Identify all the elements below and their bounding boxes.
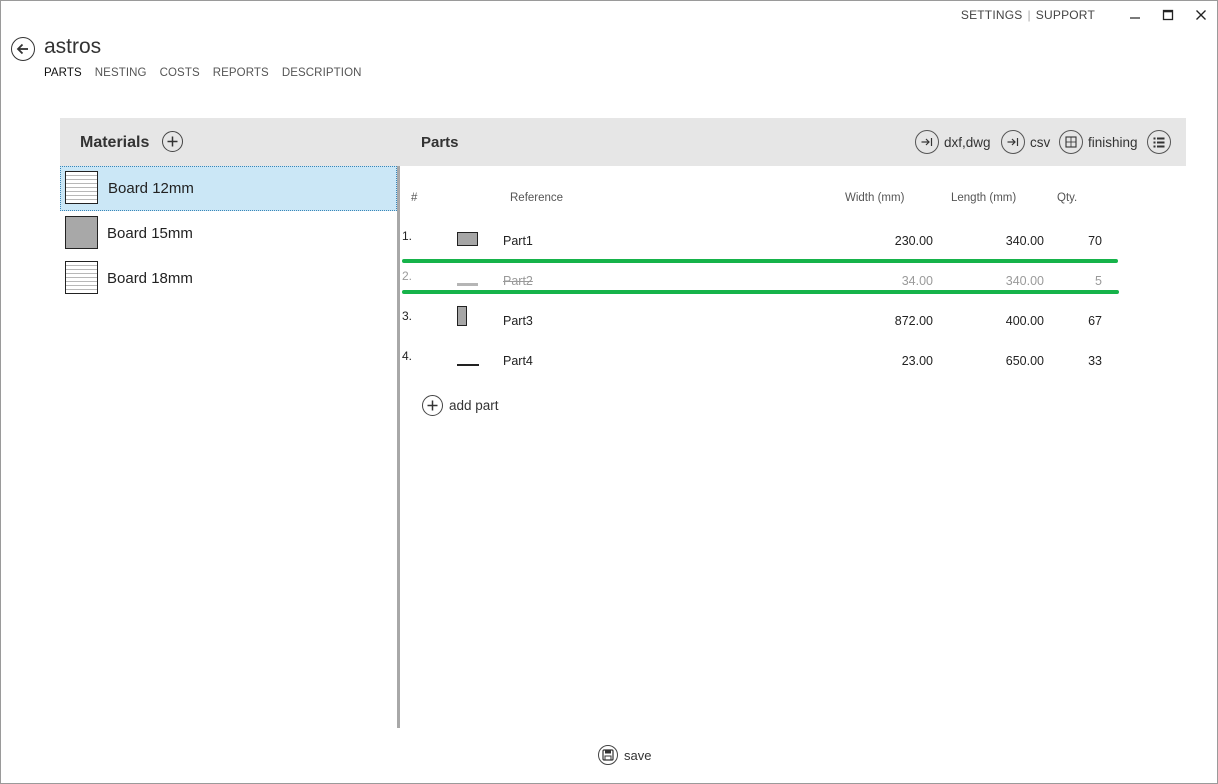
materials-list: Board 12mm Board 15mm Board 18mm (60, 166, 397, 301)
column-header-width[interactable]: Width (mm) (845, 192, 904, 204)
add-part-button[interactable]: add part (422, 395, 499, 416)
tab-costs[interactable]: COSTS (160, 67, 200, 79)
column-header-length[interactable]: Length (mm) (951, 192, 1016, 204)
minimize-icon (1130, 17, 1140, 19)
add-material-button[interactable] (162, 131, 183, 152)
table-row[interactable]: 3. Part3 872.00 400.00 67 (400, 303, 1120, 343)
column-header-num: # (411, 192, 418, 204)
part-reference: Part3 (503, 314, 533, 328)
import-dxf-label: dxf,dwg (944, 134, 991, 150)
part-width: 34.00 (901, 274, 933, 288)
material-item[interactable]: Board 18mm (60, 256, 397, 301)
part-reference: Part4 (503, 354, 533, 368)
app-title: astros (44, 35, 102, 58)
app-window: SETTINGS | SUPPORT astros PARTS NESTING CO… (0, 0, 1218, 784)
settings-link[interactable]: SETTINGS (961, 8, 1023, 22)
tab-description[interactable]: DESCRIPTION (282, 67, 362, 79)
part-length: 340.00 (1005, 274, 1044, 288)
part-qty: 67 (1088, 314, 1102, 328)
part-qty: 70 (1088, 234, 1102, 248)
toolbar-strip: Materials Parts dxf,dwg csv finishing (60, 118, 1186, 166)
row-number: 1. (402, 229, 413, 243)
finishing-icon (1059, 130, 1083, 154)
maximize-icon (1162, 9, 1174, 21)
list-icon (1147, 130, 1171, 154)
arrow-left-icon (16, 43, 28, 55)
finishing-label: finishing (1088, 134, 1138, 150)
tab-reports[interactable]: REPORTS (213, 67, 269, 79)
material-item[interactable]: Board 15mm (60, 211, 397, 256)
part-thumbnail (457, 364, 479, 366)
part-width: 872.00 (894, 314, 933, 328)
part-qty: 5 (1095, 274, 1102, 288)
column-header-qty[interactable]: Qty. (1057, 192, 1077, 204)
part-thumbnail (457, 232, 478, 246)
part-length: 650.00 (1005, 354, 1044, 368)
back-button[interactable] (11, 37, 35, 61)
material-label: Board 15mm (107, 225, 193, 242)
table-row[interactable]: 1. Part1 230.00 340.00 70 (400, 223, 1120, 263)
import-dxf-button[interactable]: dxf,dwg (915, 130, 991, 154)
import-csv-label: csv (1030, 134, 1051, 150)
part-reference: Part1 (503, 234, 533, 248)
import-icon (915, 130, 939, 154)
table-row[interactable]: 4. Part4 23.00 650.00 33 (400, 343, 1120, 383)
top-links: SETTINGS | SUPPORT (961, 8, 1095, 22)
tab-parts[interactable]: PARTS (44, 67, 82, 79)
part-length: 400.00 (1005, 314, 1044, 328)
part-length: 340.00 (1005, 234, 1044, 248)
parts-title: Parts (421, 134, 459, 151)
maximize-button[interactable] (1153, 5, 1183, 25)
part-thumbnail (457, 306, 467, 326)
highlight-line-bottom (402, 290, 1119, 294)
add-part-label: add part (449, 398, 499, 413)
material-swatch (65, 261, 98, 294)
part-qty: 33 (1088, 354, 1102, 368)
column-header-reference[interactable]: Reference (510, 192, 563, 204)
tab-bar: PARTS NESTING COSTS REPORTS DESCRIPTION (44, 67, 362, 79)
top-links-separator: | (1027, 8, 1031, 22)
tab-nesting[interactable]: NESTING (95, 67, 147, 79)
import-icon (1001, 130, 1025, 154)
list-view-button[interactable] (1147, 130, 1171, 154)
minimize-button[interactable] (1120, 5, 1150, 25)
finishing-button[interactable]: finishing (1059, 130, 1138, 154)
support-link[interactable]: SUPPORT (1036, 8, 1095, 22)
close-button[interactable] (1186, 5, 1216, 25)
material-item[interactable]: Board 12mm (60, 166, 397, 211)
part-width: 230.00 (894, 234, 933, 248)
close-icon (1196, 10, 1206, 20)
material-label: Board 12mm (108, 180, 194, 197)
materials-title: Materials (80, 134, 150, 151)
material-label: Board 18mm (107, 270, 193, 287)
part-reference: Part2 (503, 274, 533, 288)
import-csv-button[interactable]: csv (1001, 130, 1050, 154)
row-number: 4. (402, 349, 413, 363)
save-icon (598, 745, 618, 765)
save-label: save (624, 747, 652, 763)
part-thumbnail (457, 283, 478, 286)
plus-icon (422, 395, 443, 416)
table-row[interactable]: 2. Part2 34.00 340.00 5 (400, 263, 1120, 303)
material-swatch (65, 171, 98, 204)
material-swatch (65, 216, 98, 249)
row-number: 2. (402, 269, 413, 283)
row-number: 3. (402, 309, 413, 323)
part-width: 23.00 (901, 354, 933, 368)
save-button[interactable]: save (598, 745, 651, 765)
plus-icon (167, 136, 178, 147)
